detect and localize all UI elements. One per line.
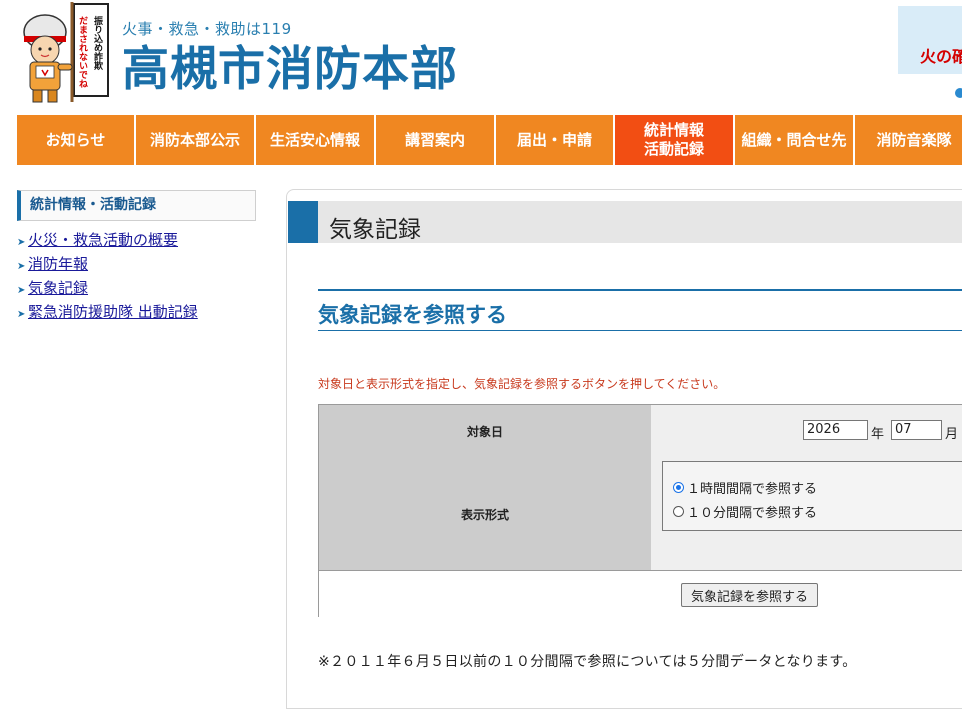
sidebar-item-overview: ➤ 火災・救急活動の概要 bbox=[17, 230, 198, 254]
nav-item-safety-info[interactable]: 生活安心情報 bbox=[256, 115, 374, 165]
chevron-right-icon: ➤ bbox=[17, 261, 26, 272]
global-nav: お知らせ 消防本部公示 生活安心情報 講習案内 届出・申請 統計情報 活動記録 … bbox=[17, 115, 962, 165]
option-ten-minute[interactable]: １０分間隔で参照する bbox=[673, 502, 817, 521]
nav-item-courses[interactable]: 講習案内 bbox=[376, 115, 494, 165]
query-form: 対象日 表示形式 2026 年 07 月 １時間間隔で参照する １０分間隔で参照… bbox=[318, 404, 962, 618]
nav-item-statistics[interactable]: 統計情報 活動記録 bbox=[615, 115, 733, 165]
title-accent-bar bbox=[288, 201, 318, 243]
year-unit: 年 bbox=[871, 427, 885, 442]
nav-item-organization[interactable]: 組織・問合せ先 bbox=[735, 115, 853, 165]
sidebar-links: ➤ 火災・救急活動の概要 ➤ 消防年報 ➤ 気象記録 ➤ 緊急消防援助隊 出動記… bbox=[17, 230, 198, 326]
sidebar-item-weather: ➤ 気象記録 bbox=[17, 278, 198, 302]
radio-hourly[interactable] bbox=[673, 482, 684, 493]
format-label: 表示形式 bbox=[319, 458, 651, 570]
page-title: 気象記録 bbox=[288, 201, 962, 243]
carousel-indicator[interactable] bbox=[955, 88, 962, 98]
sidebar-link-weather[interactable]: 気象記録 bbox=[28, 279, 88, 297]
page-title-text: 気象記録 bbox=[329, 217, 421, 243]
footnote: ※２０１１年６月５日以前の１０分間隔で参照については５分間データとなります。 bbox=[318, 654, 857, 670]
option-ten-minute-label: １０分間隔で参照する bbox=[687, 506, 818, 521]
instruction-text: 対象日と表示形式を指定し、気象記録を参照するボタンを押してください。 bbox=[318, 377, 726, 391]
svg-text:だまされないでね: だまされないでね bbox=[77, 16, 88, 88]
section-title: 気象記録を参照する bbox=[318, 289, 962, 331]
month-input[interactable]: 07 bbox=[891, 420, 942, 440]
format-options: １時間間隔で参照する １０分間隔で参照する bbox=[662, 461, 962, 531]
banner-text: 火の確 bbox=[920, 47, 962, 66]
sidebar-heading: 統計情報・活動記録 bbox=[17, 190, 256, 221]
month-unit: 月 bbox=[945, 427, 959, 442]
sidebar-link-annual-report[interactable]: 消防年報 bbox=[28, 255, 88, 273]
chevron-right-icon: ➤ bbox=[17, 309, 26, 320]
option-hourly[interactable]: １時間間隔で参照する bbox=[673, 478, 817, 497]
date-label: 対象日 bbox=[319, 405, 651, 458]
nav-item-band[interactable]: 消防音楽隊 bbox=[855, 115, 962, 165]
chevron-right-icon: ➤ bbox=[17, 237, 26, 248]
sidebar-link-overview[interactable]: 火災・救急活動の概要 bbox=[28, 231, 178, 249]
option-hourly-label: １時間間隔で参照する bbox=[687, 482, 818, 497]
chevron-right-icon: ➤ bbox=[17, 285, 26, 296]
year-input[interactable]: 2026 bbox=[803, 420, 868, 440]
nav-item-announcements[interactable]: 消防本部公示 bbox=[136, 115, 254, 165]
fire-prevention-banner[interactable]: 火の確 bbox=[898, 6, 962, 74]
mascot-logo: 振り込め詐欺 だまされないでね bbox=[23, 2, 109, 103]
emergency-tagline: 火事・救急・救助は119 bbox=[122, 20, 292, 38]
nav-item-applications[interactable]: 届出・申請 bbox=[496, 115, 613, 165]
site-title[interactable]: 高槻市消防本部 bbox=[122, 40, 458, 100]
site-header: 振り込め詐欺 だまされないでね 火事・救急・救助は119 高槻市消防本部 火の確 bbox=[0, 0, 962, 112]
section-title-text: 気象記録を参照する bbox=[318, 303, 507, 327]
sidebar-item-dispatch: ➤ 緊急消防援助隊 出動記録 bbox=[17, 302, 198, 326]
sidebar-item-annual-report: ➤ 消防年報 bbox=[17, 254, 198, 278]
sidebar-link-dispatch[interactable]: 緊急消防援助隊 出動記録 bbox=[28, 303, 198, 321]
radio-ten-minute[interactable] bbox=[673, 506, 684, 517]
submit-row: 気象記録を参照する bbox=[319, 570, 962, 618]
nav-item-news[interactable]: お知らせ bbox=[17, 115, 134, 165]
view-records-button[interactable]: 気象記録を参照する bbox=[681, 583, 818, 607]
svg-text:振り込め詐欺: 振り込め詐欺 bbox=[92, 15, 103, 71]
